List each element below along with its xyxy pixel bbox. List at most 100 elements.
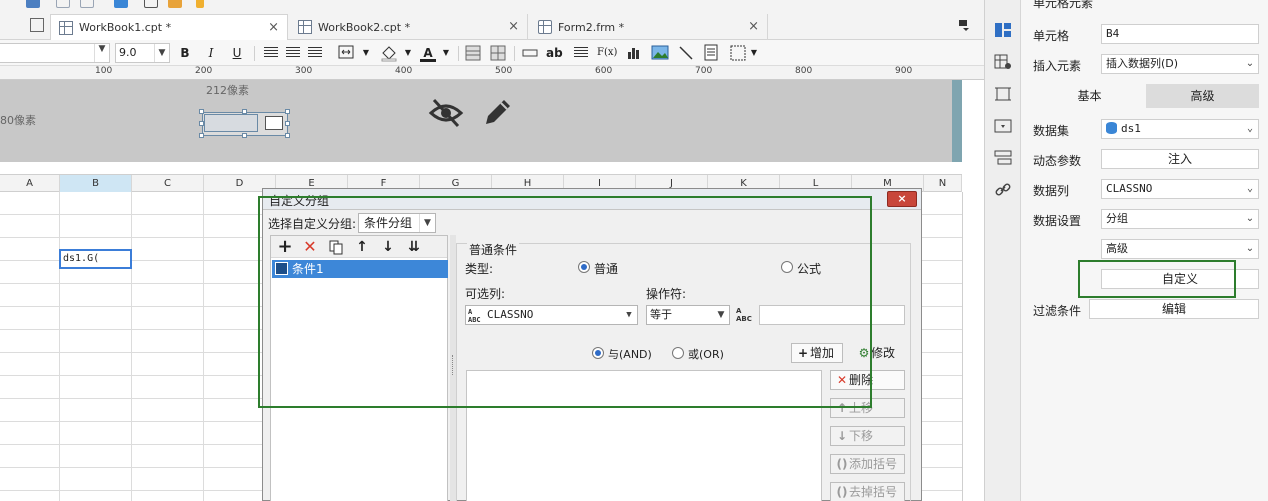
border-icon[interactable] bbox=[465, 45, 481, 61]
move-down-icon: ↓ bbox=[836, 429, 848, 443]
move-down-button[interactable]: ↓ 下移 bbox=[830, 426, 905, 446]
ruler-mark: 900 bbox=[895, 66, 913, 76]
cell-attribute-icon[interactable] bbox=[994, 54, 1012, 70]
text-button[interactable]: ab bbox=[546, 44, 563, 62]
column-header-a[interactable]: A bbox=[0, 175, 60, 192]
formula-button[interactable]: F(x) bbox=[597, 44, 617, 62]
column-header-n[interactable]: N bbox=[924, 175, 962, 192]
dataset-select[interactable]: ds1 ⌄ bbox=[1101, 119, 1259, 139]
hyperlink-icon[interactable] bbox=[994, 182, 1012, 198]
text-field-icon[interactable] bbox=[522, 46, 538, 60]
copy-icon[interactable] bbox=[144, 0, 158, 8]
column-header-c[interactable]: C bbox=[132, 175, 204, 192]
data-setting-select[interactable]: 分组 ⌄ bbox=[1101, 209, 1259, 229]
paragraph-icon[interactable] bbox=[574, 47, 588, 58]
cell-element-icon[interactable] bbox=[994, 22, 1012, 38]
toolbar-divider bbox=[458, 46, 459, 61]
inject-button[interactable]: 注入 bbox=[1101, 149, 1259, 169]
add-bracket-button[interactable]: () 添加括号 bbox=[830, 454, 905, 474]
tab-workbook1[interactable]: WorkBook1.cpt * × bbox=[50, 14, 288, 40]
remove-bracket-button[interactable]: () 去掉括号 bbox=[830, 482, 905, 501]
format-toolbar: ▼ 9.0 ▼ B I U ▼ ▼ A ▼ ab F(x) ▼ bbox=[0, 40, 984, 66]
redo-icon[interactable] bbox=[80, 0, 94, 8]
close-icon[interactable]: × bbox=[268, 20, 279, 35]
chevron-down-icon[interactable]: ▼ bbox=[358, 44, 374, 62]
insert-element-select[interactable]: 插入数据列(D) ⌄ bbox=[1101, 54, 1259, 74]
tab-menu-icon[interactable] bbox=[958, 19, 970, 31]
database-icon bbox=[1106, 122, 1117, 134]
resize-handle[interactable] bbox=[242, 133, 247, 138]
tab-basic[interactable]: 基本 bbox=[1033, 84, 1146, 108]
resize-handle[interactable] bbox=[285, 133, 290, 138]
font-family-select[interactable]: ▼ bbox=[0, 43, 110, 63]
chevron-down-icon: ▼ bbox=[154, 44, 169, 62]
group-mode-select[interactable]: 高级 ⌄ bbox=[1101, 239, 1259, 259]
slash-icon[interactable] bbox=[678, 45, 694, 61]
dataset-label: 数据集 bbox=[1033, 124, 1070, 138]
chevron-down-icon: ⌄ bbox=[1246, 183, 1254, 194]
eye-hidden-icon[interactable] bbox=[428, 96, 464, 130]
data-column-select[interactable]: CLASSNO ⌄ bbox=[1101, 179, 1259, 199]
merge-cells-icon[interactable] bbox=[338, 45, 356, 61]
align-right-icon[interactable] bbox=[308, 47, 322, 58]
align-left-icon[interactable] bbox=[264, 47, 278, 58]
group-mode-value: 高级 bbox=[1106, 242, 1128, 255]
bold-button[interactable]: B bbox=[177, 44, 193, 62]
tab-advanced[interactable]: 高级 bbox=[1146, 84, 1259, 108]
align-center-icon[interactable] bbox=[286, 47, 300, 58]
resize-handle[interactable] bbox=[199, 133, 204, 138]
document-icon[interactable] bbox=[704, 44, 718, 61]
highlight-box bbox=[258, 196, 872, 408]
undo-icon[interactable] bbox=[56, 0, 70, 8]
cell-border-icon[interactable] bbox=[730, 45, 746, 61]
column-header-b[interactable]: B bbox=[60, 175, 132, 192]
cut-icon[interactable] bbox=[114, 0, 128, 8]
ruler-mark: 300 bbox=[295, 66, 313, 76]
quick-access-bar bbox=[0, 0, 984, 12]
chevron-down-icon: ⌄ bbox=[1245, 213, 1255, 224]
cell-address-input[interactable]: B4 bbox=[1101, 24, 1259, 44]
fill-color-icon[interactable] bbox=[380, 44, 398, 62]
italic-button[interactable]: I bbox=[203, 44, 219, 62]
ruler-mark: 600 bbox=[595, 66, 613, 76]
cell-element-panel: 单元格元素 单元格 B4 插入元素 插入数据列(D) ⌄ 基本 高级 数据集 d… bbox=[984, 0, 1268, 501]
save-icon[interactable] bbox=[26, 0, 40, 8]
font-color-button[interactable]: A bbox=[420, 44, 436, 62]
image-icon[interactable] bbox=[651, 45, 669, 60]
font-size-select[interactable]: 9.0 ▼ bbox=[115, 43, 170, 63]
cell-grid-icon[interactable] bbox=[30, 18, 44, 32]
resize-handle[interactable] bbox=[199, 109, 204, 114]
chevron-down-icon[interactable]: ▼ bbox=[746, 44, 762, 62]
chart-icon[interactable] bbox=[626, 44, 642, 60]
chevron-down-icon: ▼ bbox=[94, 44, 109, 62]
list-form-icon[interactable] bbox=[994, 150, 1012, 166]
toolbar-divider bbox=[254, 46, 255, 61]
selected-cell-b4[interactable]: ds1.G( bbox=[59, 249, 132, 269]
paste-icon[interactable] bbox=[168, 0, 182, 8]
resize-handle[interactable] bbox=[242, 109, 247, 114]
edit-pencil-icon[interactable] bbox=[480, 96, 514, 130]
filter-edit-button[interactable]: 编辑 bbox=[1089, 299, 1259, 319]
resize-handle[interactable] bbox=[285, 109, 290, 114]
resize-handle[interactable] bbox=[199, 121, 204, 126]
chevron-down-icon[interactable]: ▼ bbox=[400, 44, 416, 62]
ruler-mark: 200 bbox=[195, 66, 213, 76]
close-icon[interactable]: × bbox=[508, 19, 519, 34]
ruler-mark: 100 bbox=[95, 66, 113, 76]
tab-label: Form2.frm * bbox=[558, 20, 625, 34]
widget-frame-icon[interactable] bbox=[994, 86, 1012, 102]
chevron-down-icon[interactable]: ▼ bbox=[438, 44, 454, 62]
panel-title: 单元格元素 bbox=[1033, 0, 1094, 10]
chevron-down-icon: ⌄ bbox=[1246, 123, 1254, 134]
app-window: WorkBook1.cpt * × WorkBook2.cpt * × Form… bbox=[0, 0, 1268, 501]
close-button[interactable]: × bbox=[887, 191, 917, 207]
brush-icon[interactable] bbox=[196, 0, 204, 8]
tab-workbook2[interactable]: WorkBook2.cpt * × bbox=[290, 14, 528, 40]
row-icon[interactable] bbox=[490, 45, 506, 61]
dropdown-widget-icon[interactable] bbox=[994, 118, 1012, 134]
tab-form2[interactable]: Form2.frm * × bbox=[530, 14, 768, 40]
close-icon[interactable]: × bbox=[748, 19, 759, 34]
font-size-value: 9.0 bbox=[119, 46, 137, 59]
resize-handle[interactable] bbox=[285, 121, 290, 126]
underline-button[interactable]: U bbox=[229, 44, 245, 62]
